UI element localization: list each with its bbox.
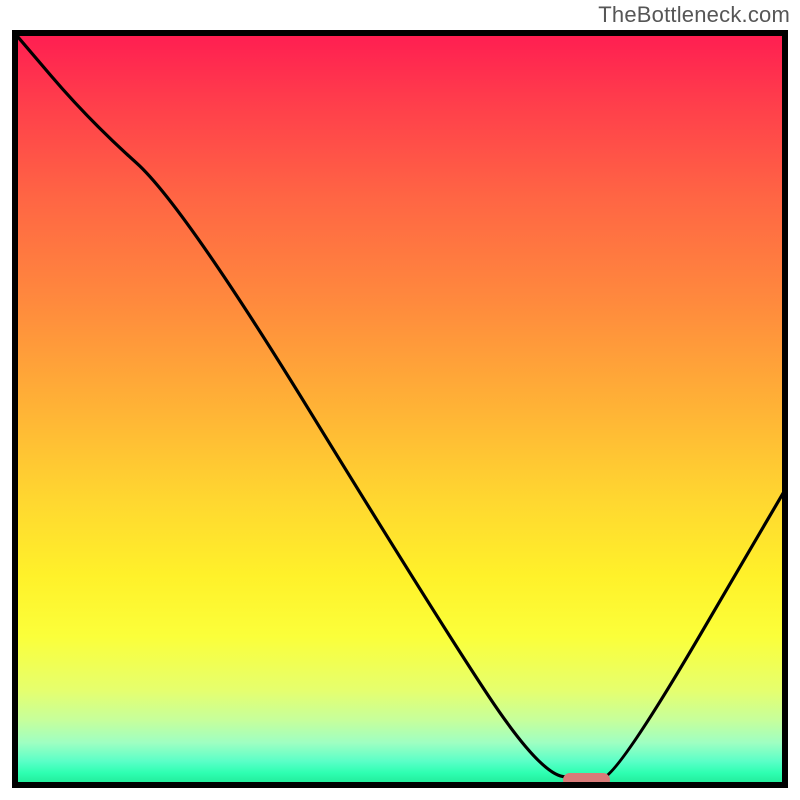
bottleneck-curve [12,30,788,788]
watermark-text: TheBottleneck.com [598,2,790,28]
chart-container: TheBottleneck.com [0,0,800,800]
optimal-range-marker [563,773,610,787]
